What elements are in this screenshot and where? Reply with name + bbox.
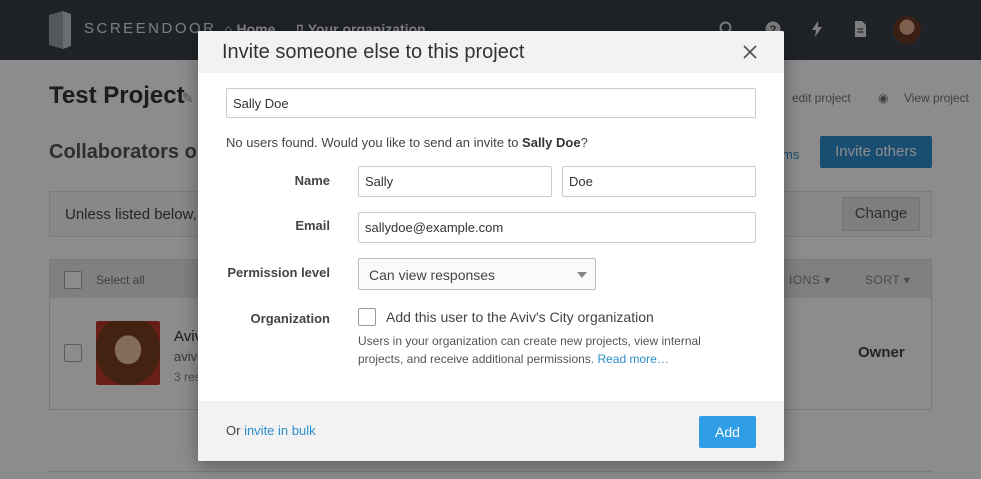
no-users-name: Sally Doe — [522, 135, 581, 150]
email-label: Email — [295, 218, 330, 233]
no-users-prefix: No users found. Would you like to send a… — [226, 135, 523, 150]
invite-modal: Invite someone else to this project No u… — [198, 31, 784, 461]
add-to-organization-checkbox[interactable] — [358, 308, 376, 326]
close-icon[interactable] — [742, 44, 758, 60]
permission-level-select[interactable]: Can view responses — [358, 258, 596, 290]
organization-label: Organization — [250, 311, 330, 326]
add-button[interactable]: Add — [699, 416, 756, 448]
invite-in-bulk-link[interactable]: invite in bulk — [244, 423, 316, 438]
read-more-link[interactable]: Read more… — [597, 352, 668, 366]
email-input[interactable] — [358, 212, 756, 243]
first-name-input[interactable] — [358, 166, 552, 197]
no-users-message: No users found. Would you like to send a… — [226, 135, 588, 150]
modal-title: Invite someone else to this project — [222, 41, 525, 63]
add-to-organization-label[interactable]: Add this user to the Aviv's City organiz… — [386, 309, 654, 325]
footer-prefix: Or — [226, 423, 245, 438]
footer-text: Or invite in bulk — [226, 423, 316, 438]
organization-help-text: Users in your organization can create ne… — [358, 332, 738, 368]
last-name-input[interactable] — [562, 166, 756, 197]
modal-footer: Or invite in bulk Add — [198, 401, 784, 461]
permission-level-label: Permission level — [227, 265, 330, 280]
permission-level-value: Can view responses — [369, 267, 496, 283]
modal-header: Invite someone else to this project — [198, 31, 784, 73]
chevron-down-icon — [577, 272, 587, 278]
name-label: Name — [294, 173, 330, 188]
user-search-input[interactable] — [226, 88, 756, 118]
no-users-suffix: ? — [580, 135, 588, 150]
